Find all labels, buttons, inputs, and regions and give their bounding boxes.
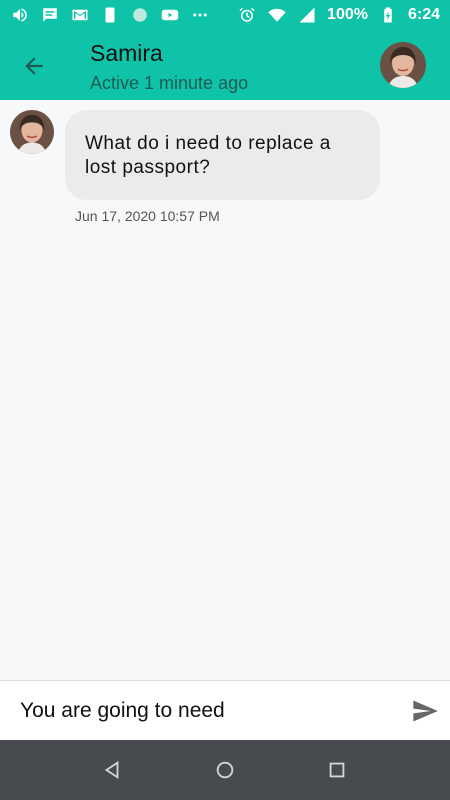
back-button[interactable]	[18, 50, 50, 82]
back-triangle-icon	[104, 760, 119, 780]
circle-app-icon	[130, 6, 150, 24]
status-system: 100% 6:24	[237, 6, 440, 24]
volume-icon	[10, 6, 30, 24]
signal-icon	[297, 6, 317, 24]
recents-square-icon	[329, 762, 345, 778]
arrow-back-icon	[25, 57, 43, 75]
contact-name: Samira	[90, 40, 163, 66]
sender-avatar[interactable]	[10, 110, 54, 154]
status-notifications	[10, 6, 237, 24]
send-icon	[413, 700, 438, 722]
contact-avatar[interactable]	[380, 42, 426, 88]
nav-back-button[interactable]	[100, 758, 124, 782]
message-bubble[interactable]: What do i need to replace a lost passpor…	[65, 110, 380, 200]
chat-header: Samira Active 1 minute ago	[0, 30, 450, 100]
youtube-icon	[160, 6, 180, 24]
battery-charging-icon	[378, 6, 398, 24]
message-composer	[0, 680, 450, 740]
send-button[interactable]	[410, 697, 440, 725]
phone-icon	[100, 6, 120, 24]
contact-status: Active 1 minute ago	[90, 73, 249, 93]
message-timestamp: Jun 17, 2020 10:57 PM	[75, 208, 220, 224]
status-bar: 100% 6:24	[0, 0, 450, 30]
message-list[interactable]: What do i need to replace a lost passpor…	[0, 100, 450, 680]
nav-home-button[interactable]	[213, 758, 237, 782]
message-icon	[40, 6, 60, 24]
nav-recents-button[interactable]	[325, 758, 349, 782]
battery-percent: 100%	[327, 6, 368, 23]
clock: 6:24	[407, 6, 440, 23]
home-circle-icon	[216, 761, 234, 779]
gmail-icon	[70, 6, 90, 24]
alarm-icon	[237, 6, 257, 24]
system-nav-bar	[0, 740, 450, 800]
more-dots-icon	[190, 6, 210, 24]
wifi-icon	[267, 6, 287, 24]
message-input[interactable]	[20, 699, 390, 723]
